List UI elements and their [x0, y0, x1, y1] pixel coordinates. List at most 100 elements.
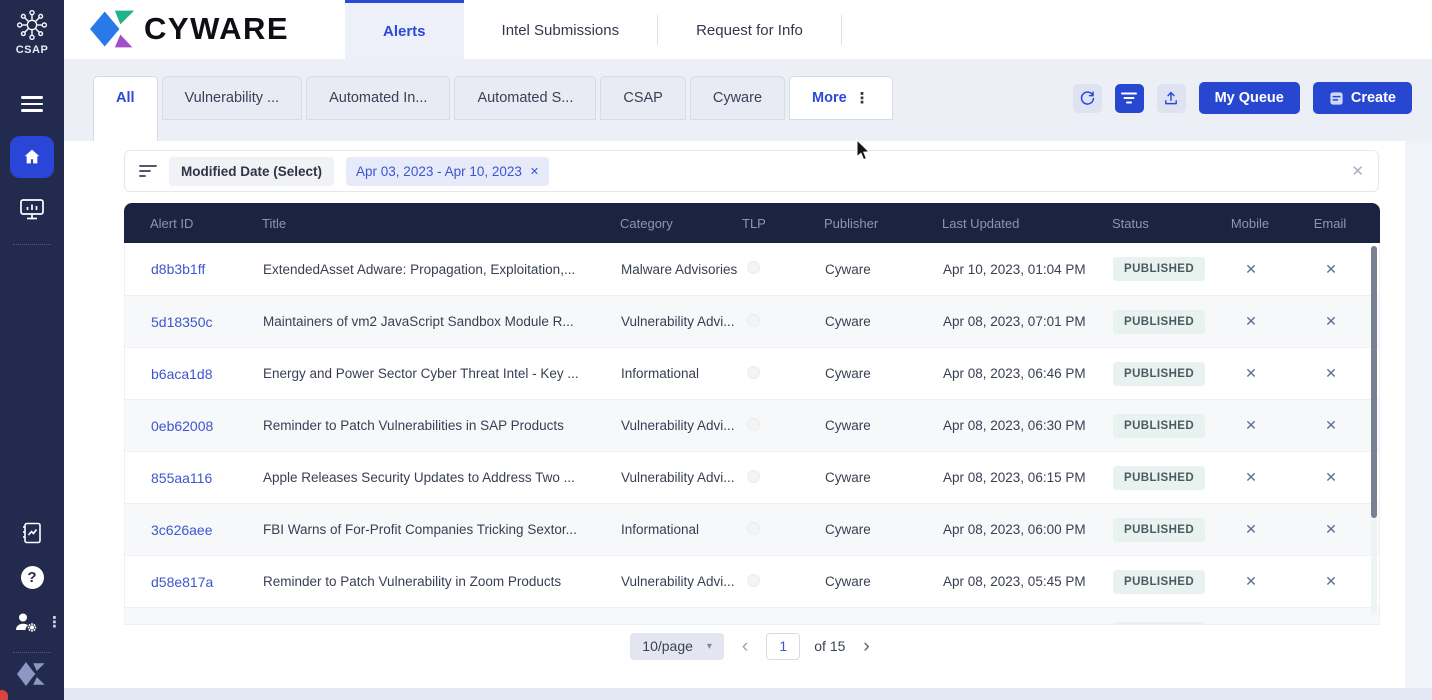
remove-filter-icon[interactable]: ✕: [530, 165, 539, 178]
right-margin-band: [1405, 141, 1432, 688]
funnel-lines-icon[interactable]: [139, 164, 157, 178]
recording-indicator: [0, 690, 8, 700]
status-badge: PUBLISHED: [1113, 569, 1206, 594]
filter-tab-label: Automated S...: [477, 90, 574, 106]
page-size-select[interactable]: 10/page ▾: [630, 632, 724, 660]
cyware-mono-logo-icon: [17, 662, 45, 686]
email-disabled-icon: ✕: [1325, 417, 1337, 433]
admin-kebab-icon[interactable]: ⋮: [47, 615, 62, 630]
tab-intel-submissions[interactable]: Intel Submissions: [464, 0, 658, 60]
filter-tab-automated-s[interactable]: Automated S...: [454, 76, 597, 120]
column-header-email[interactable]: Email: [1288, 216, 1372, 231]
sidebar-divider: [13, 652, 51, 653]
filter-tab-automated-in[interactable]: Automated In...: [306, 76, 451, 120]
sidebar-item-dashboard[interactable]: [0, 196, 64, 222]
alert-id-link[interactable]: 5d18350c: [151, 314, 213, 330]
page-number-input[interactable]: [766, 632, 801, 660]
filter-tab-cyware[interactable]: Cyware: [689, 76, 786, 120]
mobile-disabled-icon: ✕: [1245, 365, 1257, 381]
tlp-indicator: [747, 313, 760, 327]
scrollbar-thumb[interactable]: [1371, 246, 1377, 518]
table-scrollbar[interactable]: [1371, 246, 1377, 614]
column-header-last-updated[interactable]: Last Updated: [920, 216, 1090, 231]
column-header-tlp[interactable]: TLP: [738, 216, 802, 231]
next-page-button[interactable]: ›: [859, 637, 873, 656]
filter-tab-label: All: [116, 90, 135, 106]
alert-id-link[interactable]: d8b3b1ff: [151, 261, 205, 277]
alert-last-updated: Apr 08, 2023, 06:15 PM: [943, 470, 1086, 485]
sidebar-item-admin[interactable]: ⋮: [0, 610, 64, 634]
alert-id-link[interactable]: 855aa116: [151, 470, 212, 486]
sidebar-item-home[interactable]: [0, 136, 64, 178]
alert-category: Vulnerability Advi...: [621, 470, 735, 485]
alerts-table: Alert ID Title Category TLP Publisher Last Up…: [124, 203, 1380, 625]
table-row[interactable]: 3c626aee FBI Warns of For-Profit Compani…: [125, 503, 1379, 555]
alert-last-updated: Apr 08, 2023, 06:30 PM: [943, 418, 1086, 433]
top-bar: CYWARE Alerts Intel Submissions Request fo…: [64, 0, 1432, 60]
column-header-title[interactable]: Title: [262, 216, 598, 231]
filter-tab-all[interactable]: All: [93, 76, 158, 141]
csap-snowflake-icon: [16, 9, 48, 41]
alert-publisher: Cyware: [825, 261, 871, 277]
my-queue-button[interactable]: My Queue: [1198, 82, 1300, 114]
table-row[interactable]: d8b3b1ff ExtendedAsset Adware: Propagati…: [125, 243, 1379, 295]
table-row[interactable]: d58e817a Reminder to Patch Vulnerability…: [125, 555, 1379, 607]
clear-filters-icon[interactable]: ✕: [1351, 162, 1364, 180]
tab-alerts[interactable]: Alerts: [345, 0, 464, 60]
menu-toggle-button[interactable]: [0, 96, 64, 112]
alert-title: Apple Releases Security Updates to Addre…: [263, 470, 575, 485]
table-row[interactable]: b6aca1d8 Energy and Power Sector Cyber T…: [125, 347, 1379, 399]
filter-value-text: Apr 03, 2023 - Apr 10, 2023: [356, 163, 522, 179]
sidebar-divider: [13, 244, 51, 245]
column-header-category[interactable]: Category: [598, 216, 738, 231]
alert-title: Energy and Power Sector Cyber Threat Int…: [263, 366, 579, 381]
filter-field-chip[interactable]: Modified Date (Select): [169, 156, 335, 186]
filter-tab-more[interactable]: More ⋮: [789, 76, 893, 120]
report-book-icon: [23, 522, 41, 544]
table-row[interactable]: PUBLISHED: [125, 607, 1379, 624]
tlp-indicator: [747, 573, 760, 587]
tlp-indicator: [747, 521, 760, 535]
tlp-indicator: [747, 261, 760, 274]
filter-value-chip[interactable]: Apr 03, 2023 - Apr 10, 2023 ✕: [346, 156, 550, 186]
table-row[interactable]: 0eb62008 Reminder to Patch Vulnerabiliti…: [125, 399, 1379, 451]
table-body: d8b3b1ff ExtendedAsset Adware: Propagati…: [124, 243, 1380, 625]
column-header-publisher[interactable]: Publisher: [802, 216, 920, 231]
dashboard-monitor-icon: [20, 199, 44, 220]
alert-id-link[interactable]: 0eb62008: [151, 418, 213, 434]
alert-category: Vulnerability Advi...: [621, 418, 735, 433]
export-button[interactable]: [1156, 83, 1186, 113]
more-kebab-icon[interactable]: ⋮: [855, 89, 870, 107]
alert-category: Informational: [621, 366, 700, 381]
sidebar-item-help[interactable]: ?: [0, 566, 64, 589]
user-settings-icon: [16, 613, 37, 632]
page-count-label: of 15: [814, 638, 846, 654]
table-row[interactable]: 5d18350c Maintainers of vm2 JavaScript S…: [125, 295, 1379, 347]
refresh-button[interactable]: [1072, 83, 1102, 113]
create-button[interactable]: Create: [1312, 82, 1412, 114]
column-header-status[interactable]: Status: [1090, 216, 1212, 231]
table-header-row: Alert ID Title Category TLP Publisher Last Up…: [124, 203, 1380, 243]
alert-id-link[interactable]: d58e817a: [151, 574, 213, 590]
filter-tab-csap[interactable]: CSAP: [600, 76, 686, 120]
filter-tab-label: CSAP: [623, 90, 663, 106]
column-header-alert-id[interactable]: Alert ID: [124, 216, 262, 231]
filter-tab-vulnerability[interactable]: Vulnerability ...: [161, 76, 303, 120]
tab-request-for-info[interactable]: Request for Info: [658, 0, 841, 60]
table-row[interactable]: 855aa116 Apple Releases Security Updates…: [125, 451, 1379, 503]
alert-title: Reminder to Patch Vulnerabilities in SAP…: [263, 418, 564, 433]
help-icon: ?: [20, 566, 44, 589]
prev-page-button[interactable]: ‹: [738, 637, 752, 656]
column-header-mobile[interactable]: Mobile: [1212, 216, 1288, 231]
alert-category: Vulnerability Advi...: [621, 574, 735, 589]
alert-id-link[interactable]: 3c626aee: [151, 522, 213, 538]
alert-id-link[interactable]: b6aca1d8: [151, 366, 213, 382]
alert-last-updated: Apr 08, 2023, 06:46 PM: [943, 366, 1086, 381]
csap-logo[interactable]: CSAP: [0, 8, 64, 56]
filter-tab-label: Vulnerability ...: [184, 90, 280, 106]
pagination-bar: 10/page ▾ ‹ of 15 ›: [124, 631, 1380, 661]
page-size-value: 10/page: [642, 638, 693, 654]
status-badge: PUBLISHED: [1113, 621, 1206, 624]
sidebar-item-reports[interactable]: [0, 520, 64, 546]
filter-button[interactable]: [1114, 83, 1144, 113]
